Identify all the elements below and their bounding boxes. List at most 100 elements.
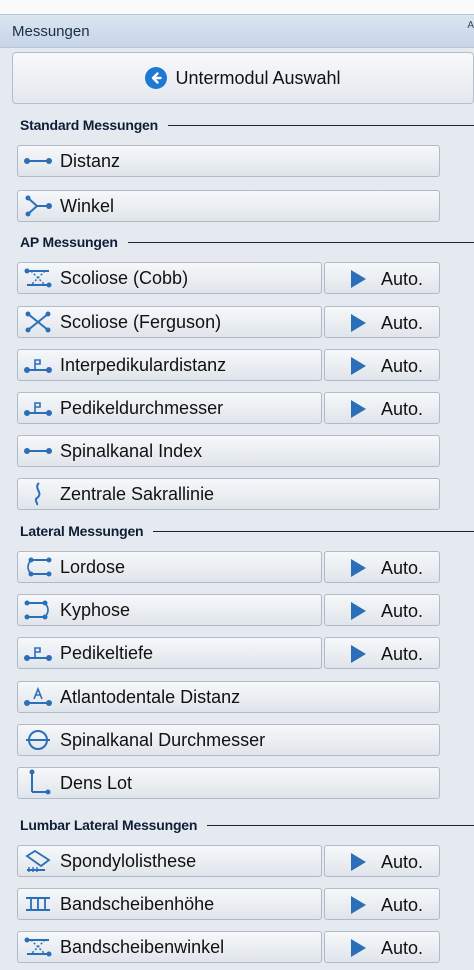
- interpedikulardistanz-label: Interpedikulardistanz: [60, 354, 227, 375]
- dens-plumb-line-icon: [18, 767, 58, 799]
- lordose-button[interactable]: Lordose: [17, 551, 322, 583]
- spondylolisthese-label: Spondylolisthese: [60, 850, 197, 871]
- play-icon: [349, 400, 367, 423]
- play-icon: [349, 853, 367, 876]
- panel-header: Messungen A: [0, 14, 474, 48]
- lordosis-icon: [18, 551, 58, 583]
- section-divider: [127, 241, 474, 243]
- auto-label: Auto.: [381, 558, 424, 578]
- section-ap-label: AP Messungen: [20, 234, 118, 250]
- pedikeldurchmesser-label: Pedikeldurchmesser: [60, 397, 224, 418]
- interpedikulardistanz-auto-button[interactable]: Auto.: [324, 349, 440, 381]
- section-lumbar-lateral-measurements: Lumbar Lateral Messungen: [20, 815, 474, 835]
- section-divider: [153, 530, 474, 532]
- spinalkanal-durchmesser-label: Spinalkanal Durchmesser: [60, 729, 266, 750]
- scoliose-cobb-auto-button[interactable]: Auto.: [324, 262, 440, 294]
- atlantodentale-distanz-label: Atlantodentale Distanz: [60, 686, 241, 707]
- kyphose-label: Kyphose: [60, 599, 131, 620]
- section-ap-measurements: AP Messungen: [20, 232, 474, 252]
- section-lateral-label: Lateral Messungen: [20, 523, 144, 539]
- panel-header-corner-text: A: [467, 20, 474, 31]
- play-icon: [349, 314, 367, 337]
- panel-title: Messungen: [12, 23, 90, 40]
- auto-label: Auto.: [381, 313, 424, 333]
- bandscheibenwinkel-button[interactable]: Bandscheibenwinkel: [17, 931, 322, 963]
- play-icon: [349, 896, 367, 919]
- play-icon: [349, 357, 367, 380]
- play-icon: [349, 559, 367, 582]
- section-lumbar-label: Lumbar Lateral Messungen: [20, 817, 198, 833]
- kyphosis-icon: [18, 594, 58, 626]
- winkel-button[interactable]: Winkel: [17, 190, 440, 222]
- scoliose-cobb-label: Scoliose (Cobb): [60, 267, 189, 288]
- auto-label: Auto.: [381, 356, 424, 376]
- auto-label: Auto.: [381, 644, 424, 664]
- dens-lot-button[interactable]: Dens Lot: [17, 767, 440, 799]
- auto-label: Auto.: [381, 938, 424, 958]
- sacral-line-icon: [18, 478, 58, 510]
- auto-label: Auto.: [381, 852, 424, 872]
- spinalkanal-durchmesser-button[interactable]: Spinalkanal Durchmesser: [17, 724, 440, 756]
- spondylolisthese-button[interactable]: Spondylolisthese: [17, 845, 322, 877]
- bandscheibenhoehe-button[interactable]: Bandscheibenhöhe: [17, 888, 322, 920]
- section-standard-measurements: Standard Messungen: [20, 115, 474, 135]
- play-icon: [349, 270, 367, 293]
- auto-label: Auto.: [381, 601, 424, 621]
- distance-icon: [18, 435, 58, 467]
- dens-lot-label: Dens Lot: [60, 772, 133, 793]
- lordose-label: Lordose: [60, 556, 126, 577]
- kyphose-button[interactable]: Kyphose: [17, 594, 322, 626]
- distanz-button[interactable]: Distanz: [17, 145, 440, 177]
- scoliose-ferguson-label: Scoliose (Ferguson): [60, 311, 222, 332]
- section-divider: [207, 824, 474, 826]
- zentrale-sakrallinie-label: Zentrale Sakrallinie: [60, 483, 215, 504]
- play-icon: [349, 939, 367, 962]
- auto-label: Auto.: [381, 399, 424, 419]
- bandscheibenwinkel-auto-button[interactable]: Auto.: [324, 931, 440, 963]
- cobb-angle-icon: [18, 262, 58, 294]
- scoliose-ferguson-auto-button[interactable]: Auto.: [324, 306, 440, 338]
- back-button-label: Untermodul Auswahl: [175, 67, 341, 88]
- ferguson-angle-icon: [18, 306, 58, 338]
- bandscheibenhoehe-label: Bandscheibenhöhe: [60, 893, 215, 914]
- spondylolisthesis-icon: [18, 845, 58, 877]
- auto-label: Auto.: [381, 269, 424, 289]
- back-arrow-icon: [145, 67, 168, 89]
- pedikeldurchmesser-button[interactable]: Pedikeldurchmesser: [17, 392, 322, 424]
- back-to-submodule-button[interactable]: Untermodul Auswahl: [12, 52, 474, 104]
- play-icon: [349, 602, 367, 625]
- winkel-label: Winkel: [60, 195, 115, 216]
- interpedikulardistanz-button[interactable]: Interpedikulardistanz: [17, 349, 322, 381]
- atlantodentale-distanz-button[interactable]: Atlantodentale Distanz: [17, 681, 440, 713]
- interpedicular-distance-icon: [18, 349, 58, 381]
- pedikeltiefe-button[interactable]: Pedikeltiefe: [17, 637, 322, 669]
- canal-diameter-icon: [18, 724, 58, 756]
- auto-label: Auto.: [381, 895, 424, 915]
- kyphose-auto-button[interactable]: Auto.: [324, 594, 440, 626]
- pedicle-diameter-icon: [18, 392, 58, 424]
- bandscheibenwinkel-label: Bandscheibenwinkel: [60, 936, 225, 957]
- disc-height-icon: [18, 888, 58, 920]
- pedikeltiefe-auto-button[interactable]: Auto.: [324, 637, 440, 669]
- spinalkanal-index-button[interactable]: Spinalkanal Index: [17, 435, 440, 467]
- atlantodental-distance-icon: [18, 681, 58, 713]
- play-icon: [349, 645, 367, 668]
- bandscheibenhoehe-auto-button[interactable]: Auto.: [324, 888, 440, 920]
- spondylolisthese-auto-button[interactable]: Auto.: [324, 845, 440, 877]
- section-lateral-measurements: Lateral Messungen: [20, 521, 474, 541]
- spinalkanal-index-label: Spinalkanal Index: [60, 440, 203, 461]
- section-divider: [167, 124, 474, 126]
- pedikeldurchmesser-auto-button[interactable]: Auto.: [324, 392, 440, 424]
- zentrale-sakrallinie-button[interactable]: Zentrale Sakrallinie: [17, 478, 440, 510]
- distance-icon: [18, 145, 58, 177]
- scoliose-ferguson-button[interactable]: Scoliose (Ferguson): [17, 306, 322, 338]
- scoliose-cobb-button[interactable]: Scoliose (Cobb): [17, 262, 322, 294]
- window-top-strip: [0, 0, 474, 14]
- angle-icon: [18, 190, 58, 222]
- disc-angle-icon: [18, 931, 58, 963]
- distanz-label: Distanz: [60, 150, 121, 171]
- pedicle-depth-icon: [18, 637, 58, 669]
- section-standard-label: Standard Messungen: [20, 117, 158, 133]
- lordose-auto-button[interactable]: Auto.: [324, 551, 440, 583]
- pedikeltiefe-label: Pedikeltiefe: [60, 642, 154, 663]
